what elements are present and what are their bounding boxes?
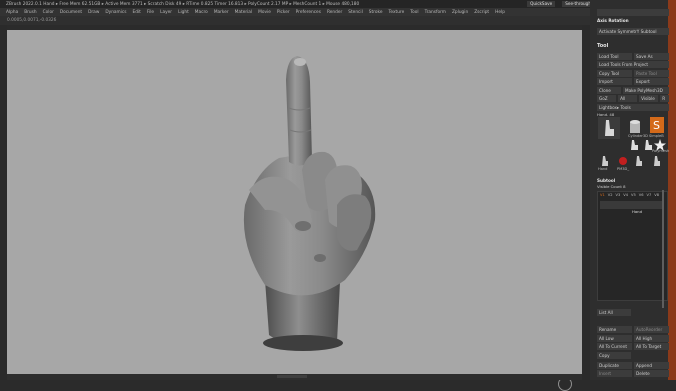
all-to-current-button[interactable]: All To Current [597,343,632,350]
menu-item-material[interactable]: Material [235,10,252,15]
activate-symmetry-button[interactable]: Activate SymmetrY Subtool [597,28,669,35]
cylinder-tool-thumbnail[interactable] [628,119,642,135]
load-tool-button[interactable]: Load Tool [597,53,632,60]
make-polymesh-button[interactable]: Make PolyMesh3D [623,87,669,94]
title-bar: ZBrush 2022.0.1 Hand ▸ Free Mem 62.51GB … [0,0,676,8]
duplicate-button[interactable]: Duplicate [597,362,632,369]
subtool-visibility-4[interactable]: V4 [623,193,628,197]
subtool-visibility-8[interactable]: V8 [654,193,659,197]
pm3d-tool-thumbnail[interactable] [652,155,662,167]
goz-visible-button[interactable]: Visible [639,95,659,102]
polymesh-tool-thumbnail[interactable] [628,139,640,151]
menu-item-edit[interactable]: Edit [133,10,141,15]
paste-tool-button[interactable]: Paste Tool [634,70,669,77]
subtool-visibility-3[interactable]: V3 [616,193,621,197]
save-as-button[interactable]: Save As [634,53,669,60]
tool-thumbnail-grid: S [598,117,668,173]
tool-label-pm3d: PM3D_ [617,167,630,171]
subtool-visibility-1[interactable]: V1 [600,193,605,197]
subtool-list[interactable]: V1 V2 V3 V4 V5 V6 V7 V8 Hand [597,191,668,301]
panel-top-field[interactable] [597,9,669,16]
palette-scrollbar[interactable] [668,0,676,380]
tool-palette-title: Tool [597,43,609,49]
menu-item-texture[interactable]: Texture [389,10,405,15]
canvas-viewport[interactable] [7,30,582,391]
quicksave-button[interactable]: QuickSave [527,1,556,7]
list-all-button[interactable]: List All [597,309,631,316]
append-button[interactable]: Append [634,362,669,369]
menu-item-stroke[interactable]: Stroke [369,10,383,15]
bottom-tray [7,374,582,380]
goz-all-button[interactable]: All [618,95,638,102]
bottom-tray-handle[interactable] [277,375,307,378]
clone-button[interactable]: Clone [597,87,621,94]
coordinate-readout: 0.0005,0.0071,-0.0326 [7,18,57,23]
menu-item-tool[interactable]: Tool [410,10,418,15]
copy-tool-button[interactable]: Copy Tool [597,70,632,77]
visible-count-label: Visible Count 8 [597,184,626,189]
all-high-button[interactable]: All High [634,335,669,342]
subtool-visibility-7[interactable]: V7 [647,193,652,197]
menu-item-alpha[interactable]: Alpha [6,10,18,15]
menu-item-transform[interactable]: Transform [425,10,446,15]
autoreorder-button[interactable]: AutoReorder [634,326,669,333]
delete-button[interactable]: Delete [634,370,669,377]
goz-r-button[interactable]: R [660,95,670,102]
subtool-scrollbar[interactable] [662,190,664,308]
tool-label-polymesh: Polymesh [652,149,670,153]
sub-toolbar: 0.0005,0.0071,-0.0326 [0,16,590,25]
rename-button[interactable]: Rename [597,326,632,333]
menu-item-movie[interactable]: Movie [258,10,271,15]
menu-item-macro[interactable]: Macro [195,10,208,15]
menu-item-light[interactable]: Light [178,10,189,15]
menu-item-document[interactable]: Document [60,10,82,15]
subtool-visibility-5[interactable]: V5 [631,193,636,197]
menu-item-marker[interactable]: Marker [214,10,229,15]
window-title: ZBrush 2022.0.1 Hand ▸ Free Mem 62.51GB … [6,1,360,7]
menu-item-picker[interactable]: Picker [277,10,290,15]
subtool-active-row[interactable] [600,201,662,209]
menu-item-layer[interactable]: Layer [160,10,172,15]
left-tray [0,25,7,380]
export-button[interactable]: Export [634,78,669,85]
hand-tool-thumbnail[interactable] [598,117,620,139]
subtool-name: Hand [632,209,642,214]
menu-item-help[interactable]: Help [495,10,505,15]
menu-item-file[interactable]: File [147,10,154,15]
subtool-visibility-6[interactable]: V6 [639,193,644,197]
zsphere-tool-thumbnail[interactable] [618,155,628,167]
menu-item-color[interactable]: Color [43,10,54,15]
menu-item-stencil[interactable]: Stencil [348,10,363,15]
subtool-title: Subtool [597,178,616,183]
goz-button[interactable]: GoZ [597,95,617,102]
tool-label-cylinder: Cylinder3D [628,134,648,138]
lightbox-tools-button[interactable]: Lightbox▸ Tools [597,104,669,111]
menu-item-dynamics[interactable]: Dynamics [105,10,126,15]
insert-button[interactable]: Insert [597,370,632,377]
subtool-visibility-2[interactable]: V2 [608,193,613,197]
menu-item-preferences[interactable]: Preferences [296,10,321,15]
all-low-button[interactable]: All Low [597,335,632,342]
tool-label-hand: Hand [598,167,608,171]
menu-item-brush[interactable]: Brush [24,10,36,15]
svg-text:S: S [653,119,660,132]
simplebrush-tool-thumbnail[interactable]: S [650,117,664,133]
all-to-target-button[interactable]: All To Target [634,343,669,350]
tool-label-simpleb: SimpleB [649,134,664,138]
menu-item-draw[interactable]: Draw [88,10,99,15]
hand-small-thumbnail[interactable] [600,155,610,167]
menu-item-render[interactable]: Render [327,10,342,15]
hand-model [243,56,376,351]
menu-item-zscript[interactable]: Zscript [474,10,489,15]
right-tray [582,25,590,380]
copy-button[interactable]: Copy [597,352,631,359]
cylinderxyz-tool-thumbnail[interactable] [634,155,644,167]
menu-item-zplugin[interactable]: Zplugin [452,10,468,15]
load-tools-from-project-button[interactable]: Load Tools From Project [597,61,669,68]
axis-rotation-label: Axis Rotation [597,18,629,23]
import-button[interactable]: Import [597,78,632,85]
menu-bar: Alpha Brush Color Document Draw Dynamics Edit F… [0,8,676,16]
